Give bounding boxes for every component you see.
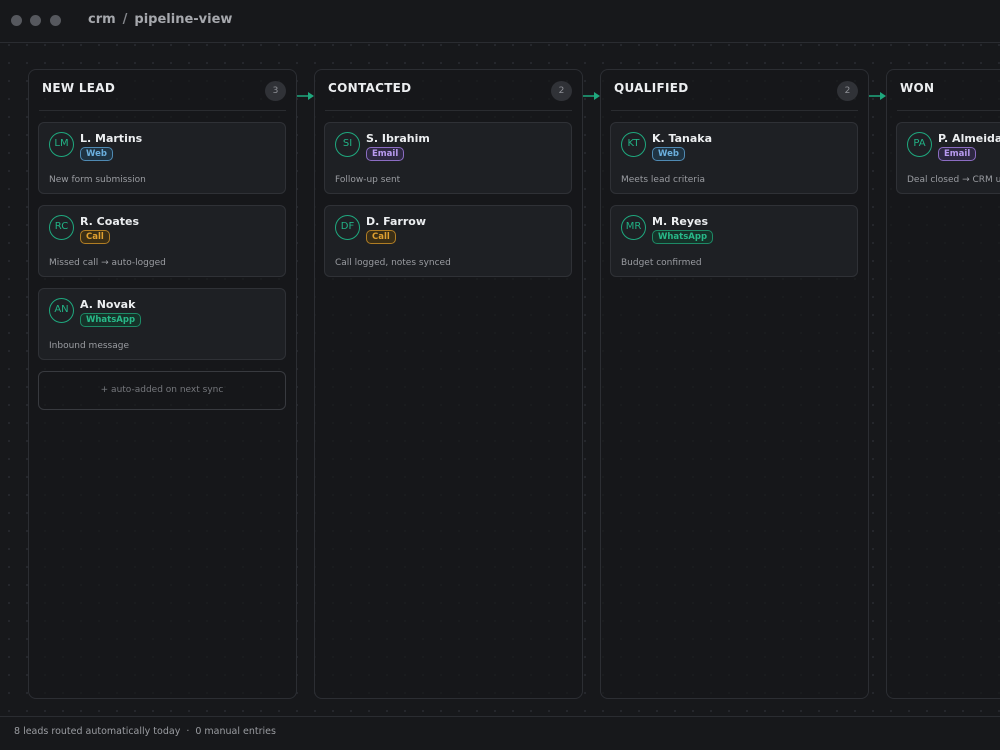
- manual-entries-count: 0 manual entries: [195, 726, 276, 737]
- column-divider: [611, 110, 858, 111]
- status-bar: 8 leads routed automatically today · 0 man…: [0, 716, 1000, 750]
- lead-note: Follow-up sent: [335, 175, 401, 185]
- lead-name: L. Martins: [80, 132, 143, 145]
- status-separator: ·: [186, 726, 190, 737]
- breadcrumb: crm / pipeline-view: [88, 12, 232, 27]
- source-badge: Email: [366, 147, 405, 161]
- lead-card[interactable]: PA P. Almeida Email Deal closed → CRM u: [896, 122, 1000, 194]
- column-new-lead: NEW LEAD 3 LM L. Martins Web New form su…: [28, 69, 297, 699]
- column-title: WON: [900, 81, 935, 95]
- flow-arrow-icon: [583, 92, 600, 100]
- column-won: WON PA P. Almeida Email Deal closed → CR…: [886, 69, 1000, 699]
- lead-card[interactable]: AN A. Novak WhatsApp Inbound message: [38, 288, 286, 360]
- lead-note: Meets lead criteria: [621, 175, 705, 185]
- column-count-badge: 2: [837, 81, 858, 101]
- lead-card[interactable]: SI S. Ibrahim Email Follow-up sent: [324, 122, 572, 194]
- lead-card[interactable]: KT K. Tanaka Web Meets lead criteria: [610, 122, 858, 194]
- column-divider: [897, 110, 1000, 111]
- avatar: RC: [49, 215, 74, 240]
- lead-card[interactable]: MR M. Reyes WhatsApp Budget confirmed: [610, 205, 858, 277]
- lead-card[interactable]: LM L. Martins Web New form submission: [38, 122, 286, 194]
- column-count-badge: 2: [551, 81, 572, 101]
- lead-name: R. Coates: [80, 215, 140, 228]
- window-maximize-dot[interactable]: [50, 15, 61, 26]
- source-badge: Email: [938, 147, 977, 161]
- lead-note: Deal closed → CRM u: [907, 175, 1000, 185]
- source-badge: Web: [80, 147, 113, 161]
- column-title: QUALIFIED: [614, 81, 689, 95]
- source-badge: Call: [366, 230, 396, 244]
- column-title: NEW LEAD: [42, 81, 116, 95]
- column-count-badge: 3: [265, 81, 286, 101]
- lead-note: Call logged, notes synced: [335, 258, 451, 268]
- lead-name: A. Novak: [80, 298, 136, 311]
- avatar: SI: [335, 132, 360, 157]
- flow-arrow-icon: [869, 92, 886, 100]
- lead-name: S. Ibrahim: [366, 132, 430, 145]
- column-qualified: QUALIFIED 2 KT K. Tanaka Web Meets lead …: [600, 69, 869, 699]
- lead-name: P. Almeida: [938, 132, 1000, 145]
- column-divider: [39, 110, 286, 111]
- lead-note: Inbound message: [49, 341, 130, 351]
- avatar: KT: [621, 132, 646, 157]
- lead-name: K. Tanaka: [652, 132, 713, 145]
- source-badge: Web: [652, 147, 685, 161]
- source-badge: Call: [80, 230, 110, 244]
- lead-note: Budget confirmed: [621, 258, 702, 268]
- lead-note: Missed call → auto-logged: [49, 258, 166, 268]
- breadcrumb-separator: /: [122, 12, 128, 27]
- avatar: AN: [49, 298, 74, 323]
- lead-note: New form submission: [49, 175, 146, 185]
- lead-card[interactable]: RC R. Coates Call Missed call → auto-log…: [38, 205, 286, 277]
- status-text: 8 leads routed automatically today · 0 man…: [14, 726, 276, 737]
- source-badge: WhatsApp: [652, 230, 714, 244]
- leads-routed-count: 8 leads routed automatically today: [14, 726, 181, 737]
- column-contacted: CONTACTED 2 SI S. Ibrahim Email Follow-u…: [314, 69, 583, 699]
- window-minimize-dot[interactable]: [30, 15, 41, 26]
- avatar: MR: [621, 215, 646, 240]
- avatar: LM: [49, 132, 74, 157]
- breadcrumb-current: pipeline-view: [134, 12, 233, 27]
- column-divider: [325, 110, 572, 111]
- avatar: PA: [907, 132, 932, 157]
- avatar: DF: [335, 215, 360, 240]
- column-title: CONTACTED: [328, 81, 412, 95]
- lead-name: M. Reyes: [652, 215, 709, 228]
- source-badge: WhatsApp: [80, 313, 142, 327]
- title-bar: crm / pipeline-view: [0, 0, 1000, 43]
- lead-name: D. Farrow: [366, 215, 427, 228]
- flow-arrow-icon: [297, 92, 314, 100]
- breadcrumb-root[interactable]: crm: [88, 12, 116, 27]
- auto-add-placeholder: + auto-added on next sync: [38, 371, 286, 410]
- window-close-dot[interactable]: [11, 15, 22, 26]
- lead-card[interactable]: DF D. Farrow Call Call logged, notes syn…: [324, 205, 572, 277]
